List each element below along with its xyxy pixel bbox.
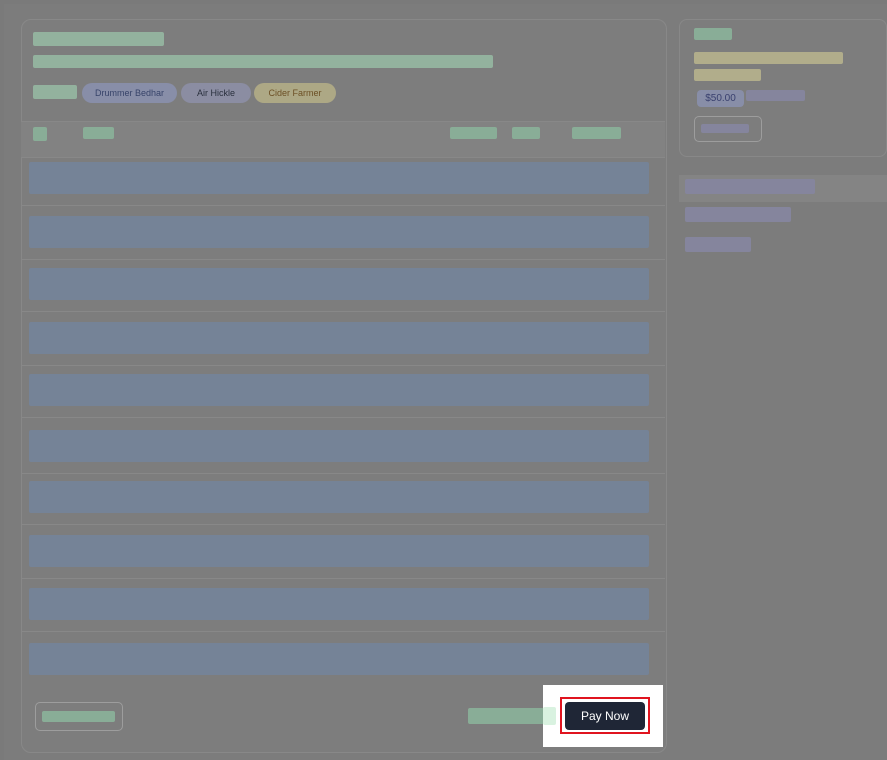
side-item-1-skeleton[interactable] [685,179,815,194]
page-root: Drummer Bedhar Air Hickle Cider Farmer $… [4,4,887,760]
title-skeleton [33,32,164,46]
header-checkbox-skeleton [33,127,47,141]
tag-label-skeleton [33,85,77,99]
tag-pill-2[interactable]: Air Hickle [181,83,251,103]
tag-pill-3[interactable]: Cider Farmer [254,83,336,103]
side-item-3-skeleton[interactable] [685,237,751,252]
table-row-9[interactable] [29,588,649,620]
table-row-1[interactable] [29,162,649,194]
row-divider-7 [21,524,665,525]
table-row-7[interactable] [29,481,649,513]
table-row-10[interactable] [29,643,649,675]
summary-action-button-label-skeleton [701,124,749,133]
pay-now-button[interactable]: Pay Now [565,702,645,730]
table-row-6[interactable] [29,430,649,462]
row-divider-4 [21,365,665,366]
summary-price-badge: $50.00 [697,90,744,107]
pay-now-left-green-accent [543,707,556,725]
row-divider-9 [21,631,665,632]
table-row-4[interactable] [29,322,649,354]
header-col-name-skeleton [83,127,114,139]
row-divider-2 [21,259,665,260]
tag-pill-1[interactable]: Drummer Bedhar [82,83,177,103]
row-divider-5 [21,417,665,418]
table-row-3[interactable] [29,268,649,300]
summary-subtitle-skeleton [694,69,761,81]
table-row-5[interactable] [29,374,649,406]
summary-product-skeleton [694,52,843,64]
summary-heading-skeleton [694,28,732,40]
row-divider-6 [21,473,665,474]
subtitle-skeleton [33,55,493,68]
header-col-2-skeleton [512,127,540,139]
row-divider-3 [21,311,665,312]
table-row-2[interactable] [29,216,649,248]
summary-price-note-skeleton [746,90,805,101]
footer-left-button-label-skeleton [42,711,115,722]
footer-total-skeleton [468,708,544,724]
header-col-3-skeleton [572,127,621,139]
row-divider-1 [21,205,665,206]
table-row-8[interactable] [29,535,649,567]
row-divider-8 [21,578,665,579]
table-header [21,121,665,158]
header-col-1-skeleton [450,127,497,139]
side-item-2-skeleton[interactable] [685,207,791,222]
